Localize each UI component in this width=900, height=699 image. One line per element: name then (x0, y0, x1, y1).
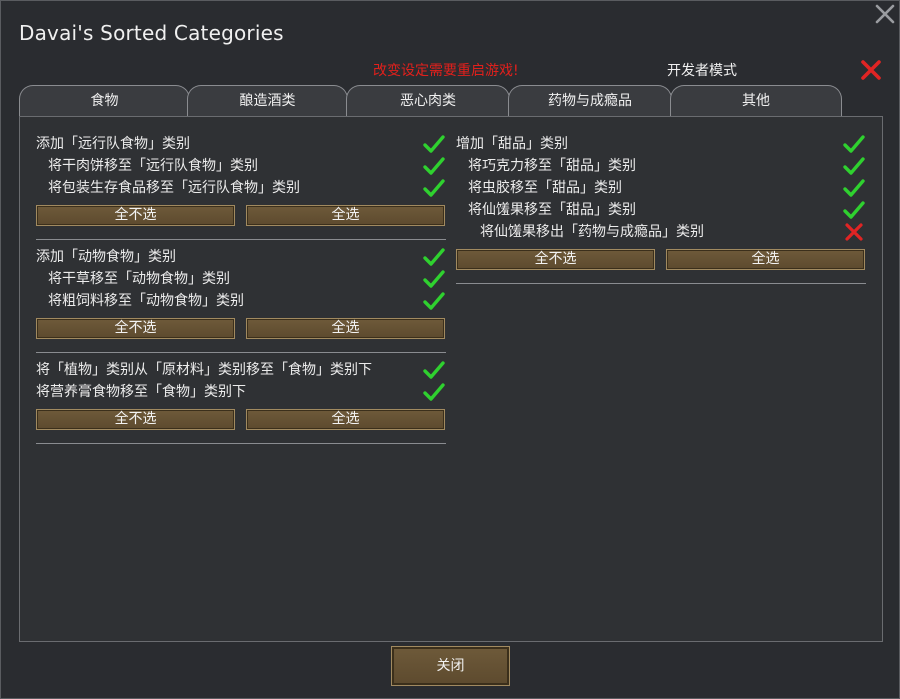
option-label: 将仙馐果移至「甜品」类别 (468, 202, 636, 218)
close-button[interactable]: 关闭 (391, 646, 510, 686)
option-label: 添加「远行队食物」类别 (36, 136, 190, 152)
cross-icon[interactable] (842, 220, 866, 244)
option-row[interactable]: 将干草移至「动物食物」类别 (36, 268, 446, 290)
option-label: 将仙馐果移出「药物与成瘾品」类别 (480, 224, 704, 240)
option-row[interactable]: 添加「动物食物」类别 (36, 246, 446, 268)
option-group: 将「植物」类别从「原材料」类别移至「食物」类别下 将营养膏食物移至「食物」类别下全… (36, 359, 446, 444)
checkmark-icon[interactable] (422, 358, 446, 382)
option-row[interactable]: 将包装生存食品移至「远行队食物」类别 (36, 177, 446, 199)
tab-food[interactable]: 食物 (19, 85, 190, 117)
button-row: 全不选 全选 (36, 318, 446, 352)
tab-other[interactable]: 其他 (670, 85, 842, 117)
option-row[interactable]: 将营养膏食物移至「食物」类别下 (36, 381, 446, 403)
button-row: 全不选 全选 (36, 409, 446, 443)
option-label: 增加「甜品」类别 (456, 136, 568, 152)
option-label: 将「植物」类别从「原材料」类别移至「食物」类别下 (36, 362, 372, 378)
deselect-all-button[interactable]: 全不选 (36, 409, 235, 430)
option-label: 将虫胶移至「甜品」类别 (468, 180, 622, 196)
group-divider (36, 239, 446, 240)
option-row[interactable]: 将粗饲料移至「动物食物」类别 (36, 290, 446, 312)
dialog-window: Davai's Sorted Categories 改变设定需要重启游戏! 开发… (0, 0, 900, 699)
checkmark-icon[interactable] (422, 289, 446, 313)
group-divider (36, 443, 446, 444)
option-row[interactable]: 将虫胶移至「甜品」类别 (456, 177, 866, 199)
tab-label: 其他 (742, 93, 770, 109)
tab-label: 酿造酒类 (239, 93, 296, 109)
dev-mode-toggle-cross-icon[interactable] (859, 58, 883, 82)
category-tabs: 食物 酿造酒类 恶心肉类 药物与成瘾品 其他 (19, 85, 849, 117)
window-close-icon[interactable] (874, 3, 896, 25)
checkmark-icon[interactable] (842, 198, 866, 222)
select-all-button[interactable]: 全选 (246, 318, 445, 339)
option-group: 添加「远行队食物」类别将干肉饼移至「远行队食物」类别将包装生存食品移至「远行队食… (36, 133, 446, 240)
tab-label: 恶心肉类 (400, 93, 456, 109)
group-divider (456, 283, 866, 284)
option-row[interactable]: 添加「远行队食物」类别 (36, 133, 446, 155)
deselect-all-button[interactable]: 全不选 (36, 205, 235, 226)
window-title: Davai's Sorted Categories (19, 21, 284, 45)
deselect-all-button[interactable]: 全不选 (456, 249, 655, 270)
checkmark-icon[interactable] (422, 380, 446, 404)
option-row[interactable]: 增加「甜品」类别 (456, 133, 866, 155)
checkmark-icon[interactable] (422, 132, 446, 156)
option-label: 将粗饲料移至「动物食物」类别 (48, 293, 244, 309)
tab-gross-meat[interactable]: 恶心肉类 (346, 85, 510, 117)
checkmark-icon[interactable] (842, 132, 866, 156)
dev-mode-label: 开发者模式 (667, 63, 737, 79)
option-label: 将包装生存食品移至「远行队食物」类别 (48, 180, 300, 196)
option-label: 将干草移至「动物食物」类别 (48, 271, 230, 287)
option-row[interactable]: 将仙馐果移出「药物与成瘾品」类别 (456, 221, 866, 243)
checkmark-icon[interactable] (422, 245, 446, 269)
tab-label: 食物 (90, 93, 119, 109)
checkmark-icon[interactable] (422, 267, 446, 291)
option-label: 添加「动物食物」类别 (36, 249, 176, 265)
select-all-button[interactable]: 全选 (246, 205, 445, 226)
option-row[interactable]: 将干肉饼移至「远行队食物」类别 (36, 155, 446, 177)
option-row[interactable]: 将「植物」类别从「原材料」类别移至「食物」类别下 (36, 359, 446, 381)
checkmark-icon[interactable] (422, 176, 446, 200)
option-label: 将营养膏食物移至「食物」类别下 (36, 384, 246, 400)
tab-brewing[interactable]: 酿造酒类 (187, 85, 348, 117)
option-row[interactable]: 将巧克力移至「甜品」类别 (456, 155, 866, 177)
right-column: 增加「甜品」类别将巧克力移至「甜品」类别 将虫胶移至「甜品」类别 将仙馐果移至「甜品… (456, 133, 866, 290)
checkmark-icon[interactable] (842, 176, 866, 200)
option-label: 将干肉饼移至「远行队食物」类别 (48, 158, 258, 174)
deselect-all-button[interactable]: 全不选 (36, 318, 235, 339)
button-row: 全不选 全选 (456, 249, 866, 283)
left-column: 添加「远行队食物」类别将干肉饼移至「远行队食物」类别将包装生存食品移至「远行队食… (36, 133, 446, 450)
checkmark-icon[interactable] (422, 154, 446, 178)
restart-warning: 改变设定需要重启游戏! (373, 63, 519, 79)
group-divider (36, 352, 446, 353)
option-group: 增加「甜品」类别将巧克力移至「甜品」类别 将虫胶移至「甜品」类别 将仙馐果移至「甜品… (456, 133, 866, 284)
checkmark-icon[interactable] (842, 154, 866, 178)
select-all-button[interactable]: 全选 (246, 409, 445, 430)
tab-drugs[interactable]: 药物与成瘾品 (508, 85, 672, 117)
option-row[interactable]: 将仙馐果移至「甜品」类别 (456, 199, 866, 221)
tab-label: 药物与成瘾品 (548, 93, 632, 109)
option-label: 将巧克力移至「甜品」类别 (468, 158, 636, 174)
settings-panel: 添加「远行队食物」类别将干肉饼移至「远行队食物」类别将包装生存食品移至「远行队食… (19, 116, 883, 642)
select-all-button[interactable]: 全选 (666, 249, 865, 270)
button-row: 全不选 全选 (36, 205, 446, 239)
option-group: 添加「动物食物」类别将干草移至「动物食物」类别 将粗饲料移至「动物食物」类别全不选… (36, 246, 446, 353)
